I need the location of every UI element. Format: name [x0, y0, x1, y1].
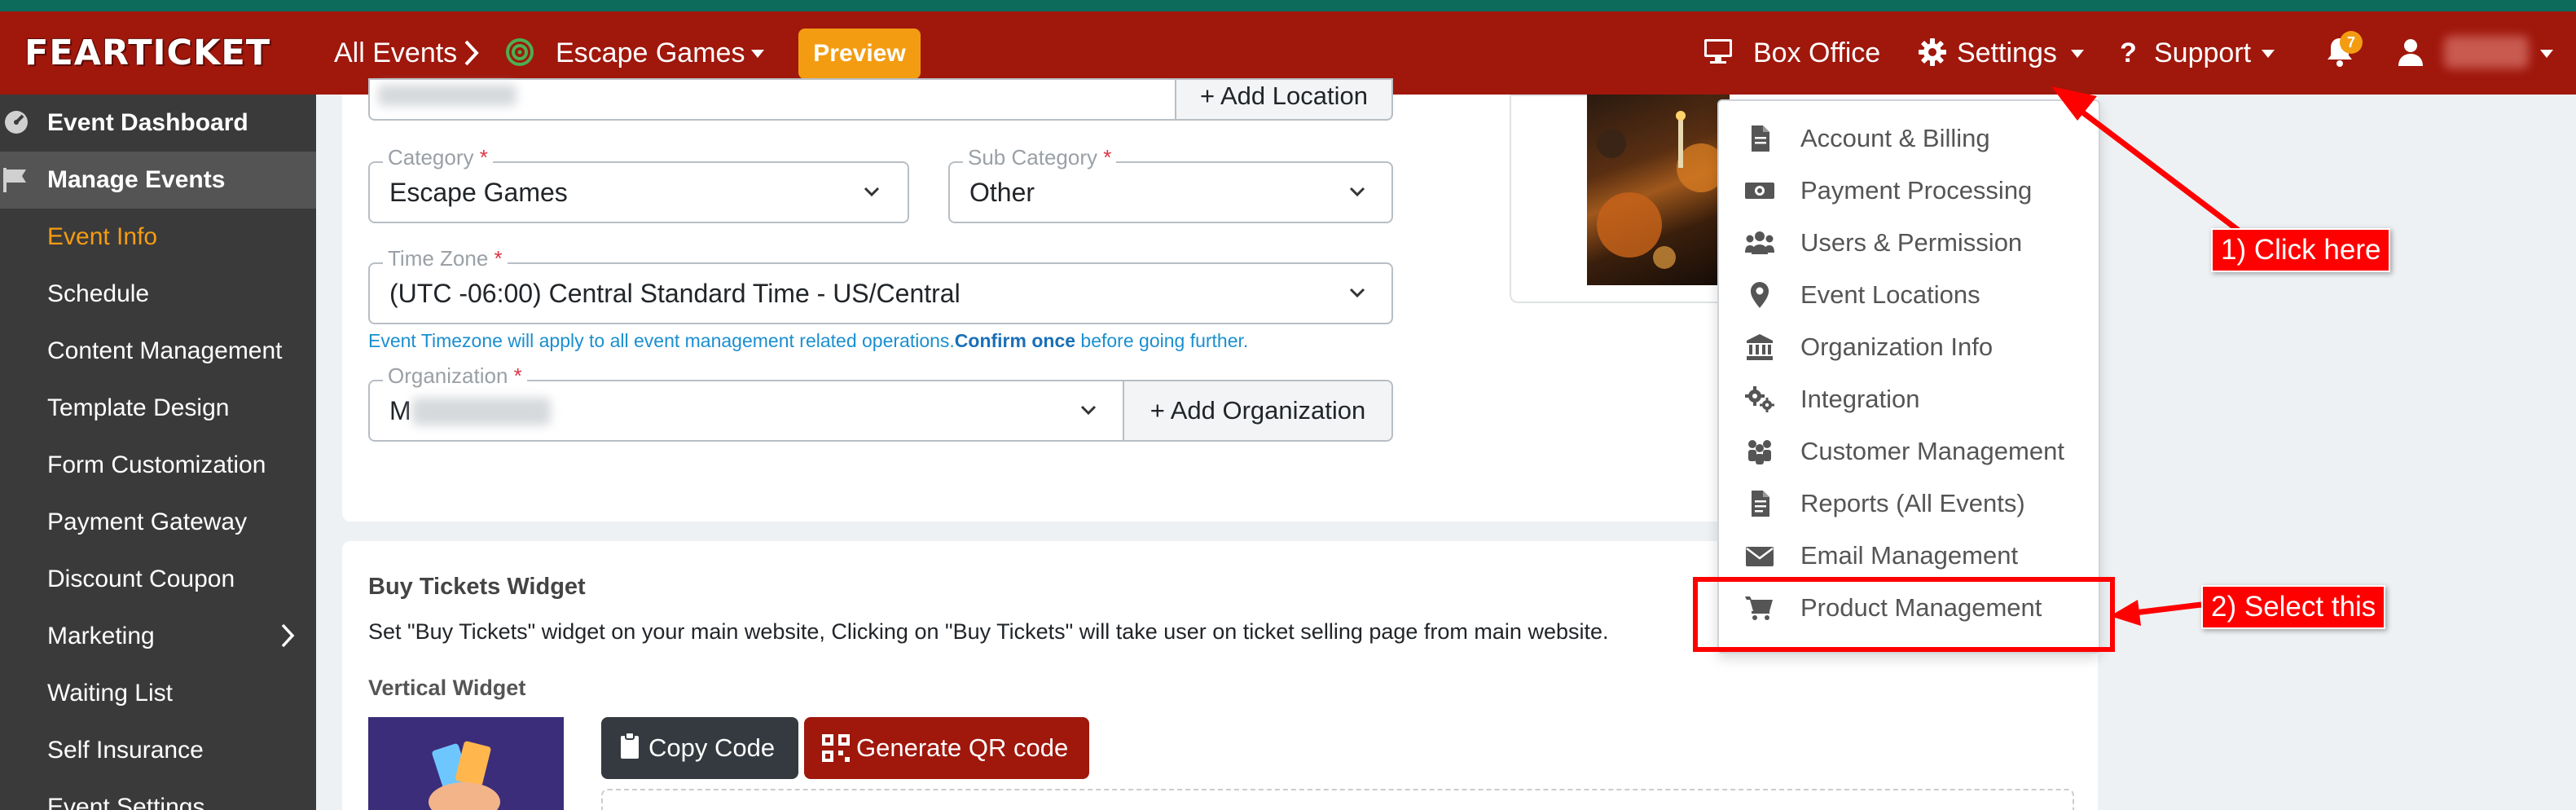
annotation-step1: 1) Click here — [2211, 228, 2391, 272]
annotation-arrows — [2051, 86, 2251, 626]
annotation-step2: 2) Select this — [2201, 585, 2386, 629]
